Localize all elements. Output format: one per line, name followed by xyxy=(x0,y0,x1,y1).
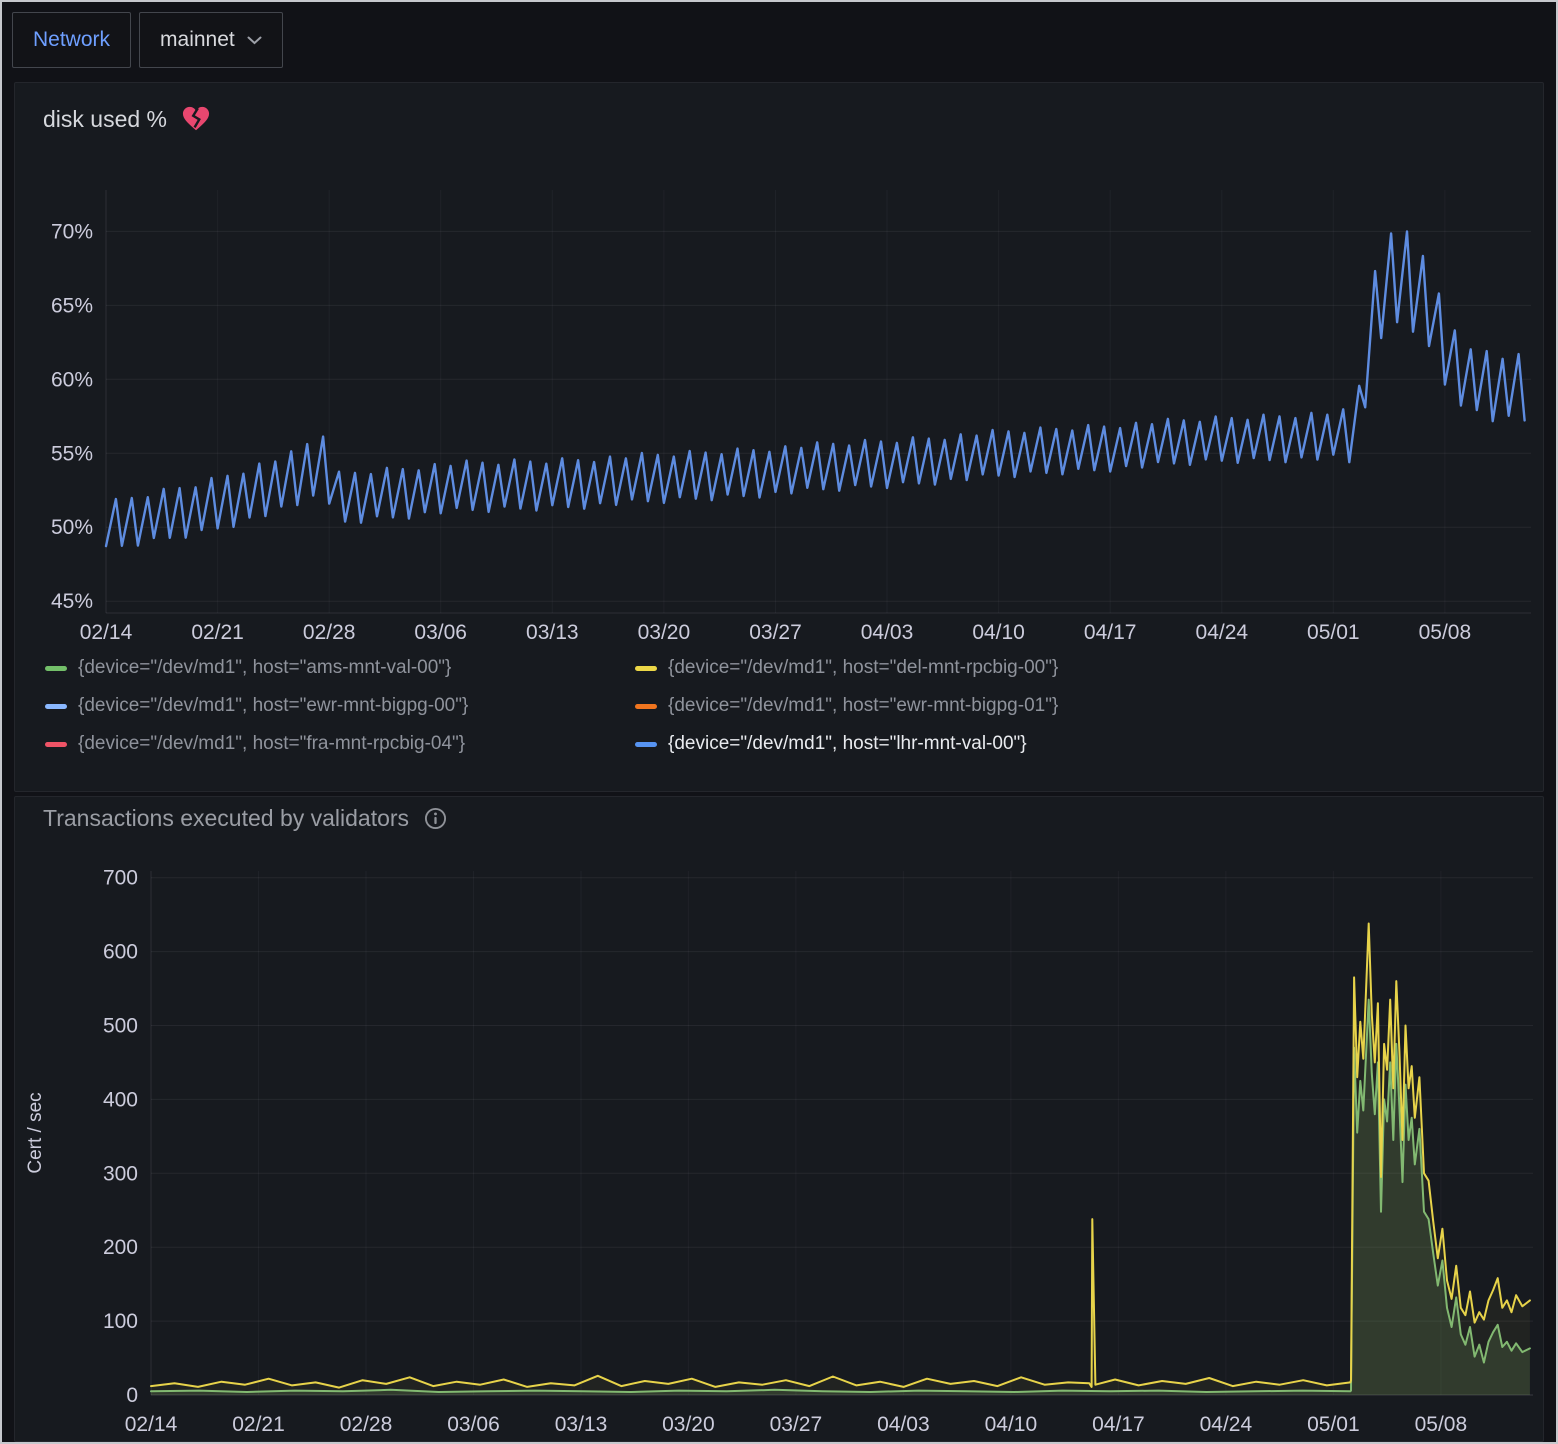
series-color-swatch xyxy=(635,666,657,671)
legend-label: {device="/dev/md1", host="del-mnt-rpcbig… xyxy=(668,657,1058,679)
svg-text:02/28: 02/28 xyxy=(340,1413,393,1436)
legend-item-ewr-mnt-bigpg-01[interactable]: {device="/dev/md1", host="ewr-mnt-bigpg-… xyxy=(635,695,1058,717)
network-variable-label: Network xyxy=(33,28,110,52)
svg-text:03/20: 03/20 xyxy=(662,1413,715,1436)
legend-label: {device="/dev/md1", host="ewr-mnt-bigpg-… xyxy=(78,695,468,717)
svg-text:60%: 60% xyxy=(51,368,93,391)
disk-used-chart-canvas[interactable]: 45% 50% 55% 60% 65% 70% 02/14 02/21 02/28 03/06 03… xyxy=(15,83,1543,649)
svg-text:700: 700 xyxy=(103,867,138,890)
legend-label: {device="/dev/md1", host="lhr-mnt-val-00… xyxy=(668,733,1027,755)
svg-text:04/10: 04/10 xyxy=(972,621,1025,644)
disk-panel-title[interactable]: disk used % xyxy=(43,106,167,133)
network-variable-dropdown[interactable]: mainnet xyxy=(139,12,283,68)
svg-text:03/06: 03/06 xyxy=(414,621,467,644)
legend-item-ewr-mnt-bigpg-00[interactable]: {device="/dev/md1", host="ewr-mnt-bigpg-… xyxy=(45,695,635,717)
series-color-swatch xyxy=(45,742,67,747)
svg-text:02/21: 02/21 xyxy=(191,621,244,644)
svg-text:70%: 70% xyxy=(51,220,93,243)
svg-text:05/08: 05/08 xyxy=(1415,1413,1468,1436)
svg-text:03/06: 03/06 xyxy=(447,1413,500,1436)
network-variable-label-box: Network xyxy=(12,12,131,68)
info-icon[interactable] xyxy=(423,806,448,831)
chevron-down-icon xyxy=(247,36,262,45)
broken-heart-icon xyxy=(181,105,211,133)
svg-text:500: 500 xyxy=(103,1015,138,1038)
svg-text:300: 300 xyxy=(103,1162,138,1185)
series-color-swatch xyxy=(635,742,657,747)
svg-text:0: 0 xyxy=(126,1384,138,1407)
svg-text:200: 200 xyxy=(103,1236,138,1259)
legend-label: {device="/dev/md1", host="fra-mnt-rpcbig… xyxy=(78,733,465,755)
svg-text:02/28: 02/28 xyxy=(303,621,356,644)
svg-text:100: 100 xyxy=(103,1310,138,1333)
variable-toolbar: Network mainnet xyxy=(2,2,1556,70)
disk-chart-legend: {device="/dev/md1", host="ams-mnt-val-00… xyxy=(45,657,1058,755)
svg-text:03/20: 03/20 xyxy=(638,621,691,644)
svg-text:02/14: 02/14 xyxy=(80,621,133,644)
disk-panel-header: disk used % xyxy=(43,105,211,133)
legend-item-fra-mnt-rpcbig-04[interactable]: {device="/dev/md1", host="fra-mnt-rpcbig… xyxy=(45,733,635,755)
svg-text:03/13: 03/13 xyxy=(555,1413,608,1436)
svg-text:05/01: 05/01 xyxy=(1307,1413,1360,1436)
svg-text:50%: 50% xyxy=(51,516,93,539)
svg-text:02/14: 02/14 xyxy=(125,1413,178,1436)
svg-text:04/03: 04/03 xyxy=(877,1413,930,1436)
disk-used-panel: disk used % 45% 50% 55% 60% 65% 70% 02/14 02/21… xyxy=(14,82,1544,792)
transactions-panel: Transactions executed by validators 0 100… xyxy=(14,796,1544,1442)
tx-panel-header: Transactions executed by validators xyxy=(43,805,448,832)
series-color-swatch xyxy=(45,666,67,671)
svg-text:03/13: 03/13 xyxy=(526,621,579,644)
svg-text:02/21: 02/21 xyxy=(232,1413,285,1436)
svg-text:04/24: 04/24 xyxy=(1200,1413,1253,1436)
network-variable-value[interactable]: mainnet xyxy=(160,28,262,52)
transactions-chart-canvas[interactable]: 0 100 200 300 400 500 600 700 02/14 02/21 02/28 03/… xyxy=(15,797,1543,1441)
series-color-swatch xyxy=(635,704,657,709)
legend-label: {device="/dev/md1", host="ams-mnt-val-00… xyxy=(78,657,451,679)
legend-item-ams-mnt-val-00[interactable]: {device="/dev/md1", host="ams-mnt-val-00… xyxy=(45,657,635,679)
svg-text:04/10: 04/10 xyxy=(985,1413,1038,1436)
svg-text:05/01: 05/01 xyxy=(1307,621,1360,644)
svg-text:400: 400 xyxy=(103,1088,138,1111)
svg-text:03/27: 03/27 xyxy=(749,621,802,644)
series-color-swatch xyxy=(45,704,67,709)
legend-item-del-mnt-rpcbig-00[interactable]: {device="/dev/md1", host="del-mnt-rpcbig… xyxy=(635,657,1058,679)
svg-text:Cert / sec: Cert / sec xyxy=(25,1092,46,1173)
legend-item-lhr-mnt-val-00[interactable]: {device="/dev/md1", host="lhr-mnt-val-00… xyxy=(635,733,1058,755)
legend-label: {device="/dev/md1", host="ewr-mnt-bigpg-… xyxy=(668,695,1058,717)
svg-text:05/08: 05/08 xyxy=(1419,621,1472,644)
grafana-dashboard: Network mainnet disk used % 45% 50% 55% 60%… xyxy=(0,0,1558,1444)
svg-text:04/17: 04/17 xyxy=(1092,1413,1145,1436)
svg-text:04/17: 04/17 xyxy=(1084,621,1137,644)
network-variable-value-text: mainnet xyxy=(160,28,235,52)
svg-text:55%: 55% xyxy=(51,442,93,465)
svg-text:04/03: 04/03 xyxy=(861,621,914,644)
tx-panel-title[interactable]: Transactions executed by validators xyxy=(43,805,409,832)
svg-text:03/27: 03/27 xyxy=(770,1413,823,1436)
svg-text:04/24: 04/24 xyxy=(1196,621,1249,644)
svg-text:45%: 45% xyxy=(51,590,93,613)
svg-text:600: 600 xyxy=(103,941,138,964)
svg-text:65%: 65% xyxy=(51,294,93,317)
